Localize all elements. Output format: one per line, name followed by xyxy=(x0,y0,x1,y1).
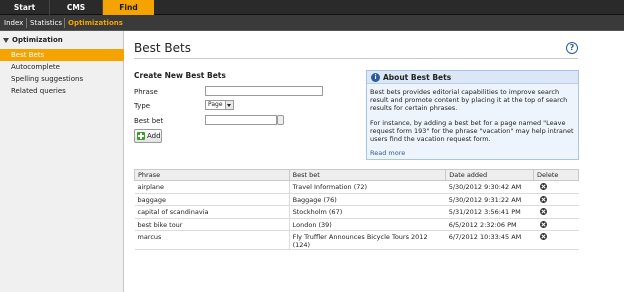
row-delete-cell xyxy=(533,193,579,206)
row-best-bet: Travel Information (72) xyxy=(289,180,446,194)
type-select-value: Page xyxy=(208,101,223,108)
row-date: 5/30/2012 9:30:42 AM xyxy=(445,180,534,194)
row-delete-cell xyxy=(533,205,579,219)
row-phrase: baggage xyxy=(134,193,290,206)
row-best-bet: London (39) xyxy=(289,218,446,231)
type-label: Type xyxy=(134,102,151,110)
read-more-link[interactable]: Read more xyxy=(370,149,405,157)
chevron-down-icon[interactable] xyxy=(225,101,233,109)
bestbet-input[interactable] xyxy=(205,115,277,125)
column-header-phrase[interactable]: Phrase xyxy=(134,169,290,181)
row-date: 6/5/2012 2:32:06 PM xyxy=(445,218,534,231)
bestbet-label: Best bet xyxy=(134,117,164,125)
row-date: 5/30/2012 9:31:22 AM xyxy=(445,193,534,206)
top-nav: Start CMS Find xyxy=(0,0,624,15)
sidebar-item-related-queries[interactable]: Related queries xyxy=(0,85,124,97)
row-phrase: airplane xyxy=(134,180,290,194)
column-header-delete: Delete xyxy=(533,169,579,181)
row-date: 6/7/2012 10:33:45 AM xyxy=(445,230,534,250)
subnav-divider xyxy=(26,18,27,28)
table-row[interactable]: capital of scandinavia Stockholm (67) 5/… xyxy=(134,205,579,219)
sidebar-group-label: Optimization xyxy=(12,36,63,44)
delete-icon[interactable] xyxy=(539,183,547,190)
add-button[interactable]: Add xyxy=(134,129,162,143)
column-header-best-bet[interactable]: Best bet xyxy=(288,169,447,181)
row-delete-cell xyxy=(533,180,579,194)
sidebar-item-best-bets[interactable]: Best Bets xyxy=(0,49,124,61)
about-panel: i About Best Bets Best bets provides edi… xyxy=(366,70,579,160)
row-delete-cell xyxy=(533,218,579,231)
create-form-heading: Create New Best Bets xyxy=(134,71,226,80)
sub-nav: Index Statistics Optimizations xyxy=(0,15,624,31)
sidebar-item-autocomplete[interactable]: Autocomplete xyxy=(0,61,124,73)
subnav-optimizations[interactable]: Optimizations xyxy=(68,15,123,31)
tab-cms[interactable]: CMS xyxy=(49,0,103,15)
column-header-date-added[interactable]: Date added xyxy=(445,169,535,181)
help-icon[interactable]: ? xyxy=(566,42,578,54)
collapse-triangle-icon xyxy=(3,37,9,43)
table-row[interactable]: marcus Fly Truffler Announces Bicycle To… xyxy=(134,230,579,250)
subnav-statistics[interactable]: Statistics xyxy=(30,15,62,31)
row-phrase: best bike tour xyxy=(134,218,290,231)
sidebar-group-optimization[interactable]: Optimization xyxy=(3,36,63,44)
table-header-row: Phrase Best bet Date added Delete xyxy=(134,169,579,181)
delete-icon[interactable] xyxy=(539,195,547,203)
tab-start[interactable]: Start xyxy=(0,0,49,15)
row-phrase: marcus xyxy=(134,230,290,250)
delete-icon[interactable] xyxy=(539,233,547,240)
add-button-label: Add xyxy=(147,132,161,140)
row-date: 5/31/2012 3:56:41 PM xyxy=(445,205,534,219)
phrase-label: Phrase xyxy=(134,88,158,96)
best-bets-table: Phrase Best bet Date added Delete airpla… xyxy=(134,169,579,250)
sidebar-item-spelling-suggestions[interactable]: Spelling suggestions xyxy=(0,73,124,85)
about-paragraph-2: For instance, by adding a best bet for a… xyxy=(370,119,574,143)
type-select[interactable]: Page xyxy=(205,100,234,110)
table-row[interactable]: baggage Baggage (76) 5/30/2012 9:31:22 A… xyxy=(134,193,579,206)
table-row[interactable]: best bike tour London (39) 6/5/2012 2:32… xyxy=(134,218,579,231)
row-best-bet: Stockholm (67) xyxy=(289,205,446,219)
about-panel-header: i About Best Bets xyxy=(367,71,578,84)
about-panel-title: About Best Bets xyxy=(383,73,452,82)
main-content: Best Bets ? Create New Best Bets Phrase … xyxy=(125,31,624,292)
row-delete-cell xyxy=(533,230,579,250)
table-row[interactable]: airplane Travel Information (72) 5/30/20… xyxy=(134,180,579,194)
delete-icon[interactable] xyxy=(539,220,547,228)
info-icon: i xyxy=(371,73,380,82)
about-paragraph-1: Best bets provides editorial capabilitie… xyxy=(370,88,568,112)
title-divider xyxy=(134,58,578,59)
bestbet-browse-button[interactable] xyxy=(277,115,284,125)
row-best-bet: Fly Truffler Announces Bicycle Tours 201… xyxy=(289,230,446,250)
page-title: Best Bets xyxy=(134,41,191,55)
plus-icon xyxy=(137,132,145,140)
row-phrase: capital of scandinavia xyxy=(134,205,290,219)
delete-icon[interactable] xyxy=(539,208,547,215)
row-best-bet: Baggage (76) xyxy=(289,193,446,206)
sidebar: Optimization Best Bets Autocomplete Spel… xyxy=(0,31,124,292)
subnav-divider xyxy=(64,18,65,28)
phrase-input[interactable] xyxy=(205,86,323,96)
tab-find[interactable]: Find xyxy=(103,0,154,15)
subnav-index[interactable]: Index xyxy=(4,15,23,31)
